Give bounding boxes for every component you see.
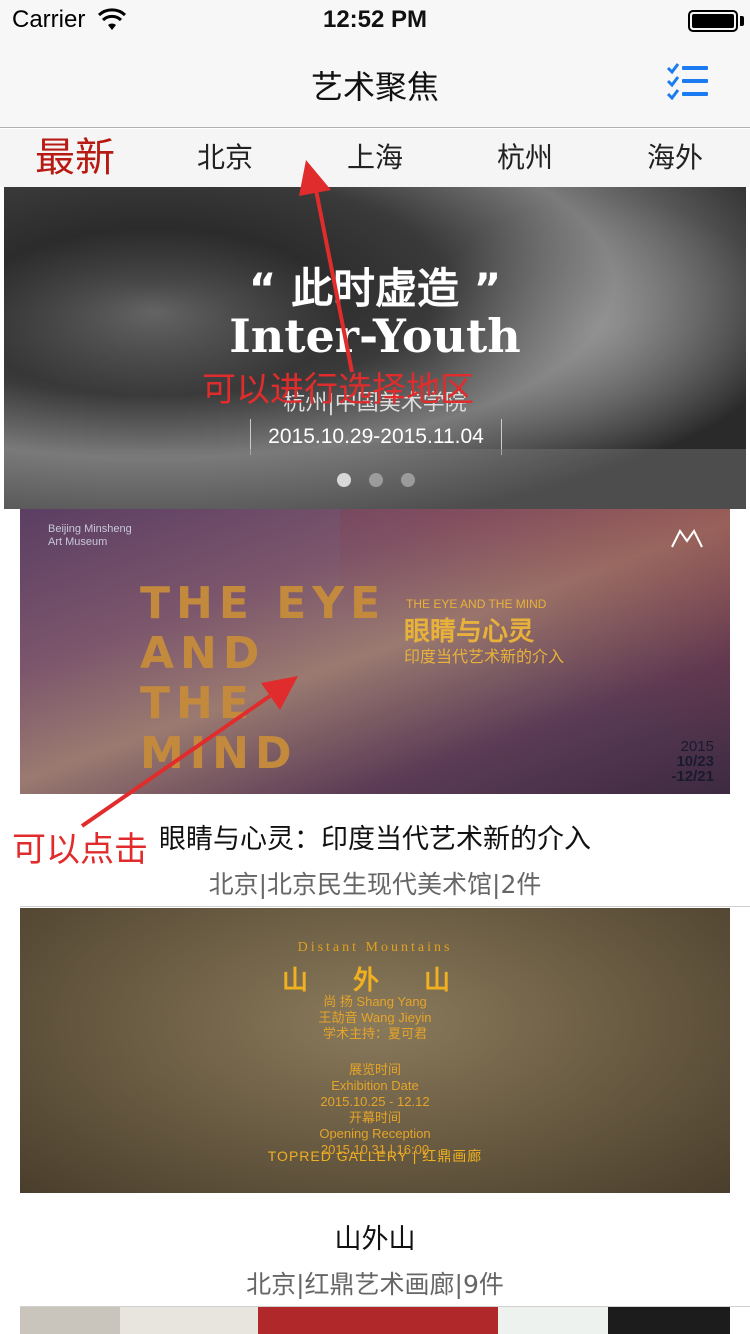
tab-hangzhou[interactable]: 杭州 <box>450 129 600 187</box>
banner-title-en: Inter-Youth <box>229 309 521 363</box>
tab-beijing[interactable]: 北京 <box>150 129 300 187</box>
list-checks-icon[interactable] <box>666 62 710 102</box>
exhibition-title[interactable]: 山外山 <box>0 1217 750 1256</box>
page-dot[interactable] <box>401 473 415 487</box>
poster-cn-subtitle: 印度当代艺术新的介入 <box>404 647 565 666</box>
poster-dates: 2015 10/23 -12/21 <box>671 738 714 785</box>
page-title: 艺术聚焦 <box>310 68 439 106</box>
featured-banner[interactable]: “ 此时虚造 ” Inter-Youth 杭州|中国美术学院 2015.10.2… <box>4 187 746 509</box>
battery-icon <box>688 10 738 32</box>
navigation-bar: 艺术聚焦 <box>0 40 750 128</box>
poster-museum-name: Beijing Minsheng Art Museum <box>48 523 132 548</box>
page-indicator[interactable] <box>337 473 417 487</box>
tab-latest[interactable]: 最新 <box>0 129 150 187</box>
exhibition-poster[interactable]: Distant Mountains 山 外 山 尚 扬 Shang Yang 王… <box>20 908 730 1193</box>
poster-cn-title: 山 外 山 <box>281 966 469 996</box>
poster-en-title: THE EYE AND THE MIND <box>406 597 547 611</box>
poster-graphic-text: THE EYE AND THE MIND <box>140 578 387 779</box>
annotation-region-hint: 可以进行选择地区 <box>202 370 474 410</box>
poster-details: 尚 扬 Shang Yang 王劼音 Wang Jieyin 学术主持：夏可君 … <box>318 994 432 1157</box>
poster-gallery: TOPRED GALLERY | 红鼎画廊 <box>267 1148 483 1164</box>
next-exhibition-preview[interactable] <box>20 1307 730 1334</box>
battery-nub <box>740 16 744 26</box>
clock: 12:52 PM <box>322 6 428 33</box>
exhibition-card[interactable]: Distant Mountains 山 外 山 尚 扬 Shang Yang 王… <box>0 907 750 1307</box>
status-bar: Carrier 12:52 PM <box>0 0 750 40</box>
exhibition-meta: 北京|红鼎艺术画廊|9件 <box>246 1270 504 1299</box>
page-dot[interactable] <box>369 473 383 487</box>
banner-title-cn: “ 此时虚造 ” <box>248 264 502 313</box>
page-dot-active[interactable] <box>337 473 351 487</box>
annotation-click-hint: 可以点击 <box>12 830 148 870</box>
tab-shanghai[interactable]: 上海 <box>300 129 450 187</box>
exhibition-poster[interactable]: Beijing Minsheng Art Museum THE EYE AND … <box>20 509 730 794</box>
poster-en-title: Distant Mountains <box>297 940 453 955</box>
region-tabs: 最新 北京 上海 杭州 海外 <box>0 129 750 187</box>
tab-overseas[interactable]: 海外 <box>600 129 750 187</box>
museum-logo-icon <box>671 529 703 548</box>
